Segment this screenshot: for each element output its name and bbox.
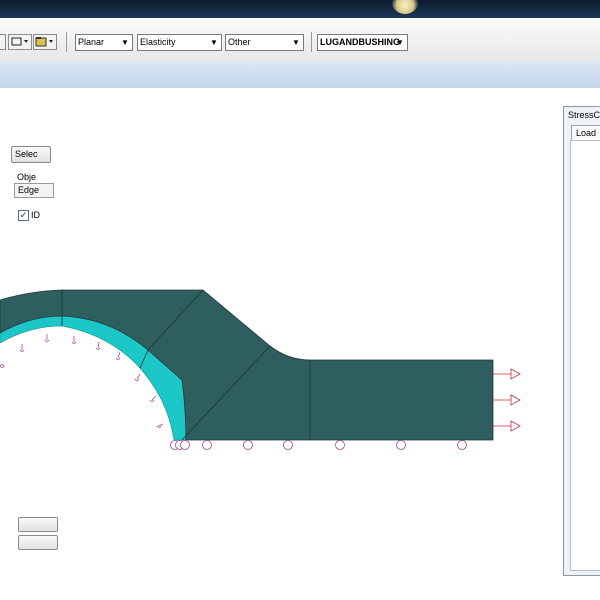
dialog-action-button[interactable] bbox=[18, 517, 58, 532]
chevron-down-icon: ▼ bbox=[210, 38, 218, 47]
select-button[interactable]: Selec bbox=[11, 146, 51, 163]
physics-select[interactable]: Elasticity ▼ bbox=[137, 34, 222, 51]
ribbon-band bbox=[0, 62, 600, 89]
stress-check-dialog: StressCh Load bbox=[563, 106, 600, 576]
dialog-title: StressCh bbox=[568, 110, 600, 120]
mesh-drawing[interactable] bbox=[0, 88, 600, 600]
frame-icon bbox=[11, 37, 28, 46]
toolbar-separator bbox=[66, 32, 67, 52]
window-title-strip bbox=[0, 0, 600, 18]
analysis-type-select[interactable]: Planar ▼ bbox=[75, 34, 133, 51]
category-select[interactable]: Other ▼ bbox=[225, 34, 304, 51]
physics-value: Elasticity bbox=[140, 37, 176, 47]
model-value: LUGANDBUSHING bbox=[320, 37, 400, 47]
chevron-down-icon: ▼ bbox=[292, 38, 300, 47]
dialog-body bbox=[570, 140, 600, 571]
toolbar-edge-button[interactable] bbox=[0, 34, 6, 50]
id-checkbox[interactable]: ✓ bbox=[18, 210, 29, 221]
object-field[interactable]: Edge bbox=[14, 183, 54, 198]
object-label: Obje bbox=[17, 172, 37, 182]
chevron-down-icon: ▼ bbox=[396, 38, 404, 47]
lug-body bbox=[0, 289, 494, 441]
model-select[interactable]: LUGANDBUSHING ▼ bbox=[317, 34, 408, 51]
load-arrows bbox=[493, 368, 521, 432]
dialog-action-button[interactable] bbox=[18, 535, 58, 550]
chevron-down-icon: ▼ bbox=[121, 38, 129, 47]
toolbar-separator bbox=[311, 32, 312, 52]
tab-load[interactable]: Load bbox=[571, 125, 600, 141]
folder-icon bbox=[35, 37, 53, 47]
analysis-type-value: Planar bbox=[78, 37, 105, 47]
toolbar: Planar ▼ Elasticity ▼ Other ▼ LUGANDBUSH… bbox=[0, 18, 600, 63]
model-canvas[interactable] bbox=[0, 88, 600, 600]
category-value: Other bbox=[228, 37, 251, 47]
edge-constraints bbox=[170, 440, 467, 450]
display-mode-button[interactable] bbox=[33, 34, 57, 50]
orb-icon bbox=[392, 0, 418, 14]
id-checkbox-label: ID bbox=[31, 210, 40, 220]
view-mode-button[interactable] bbox=[8, 34, 32, 50]
